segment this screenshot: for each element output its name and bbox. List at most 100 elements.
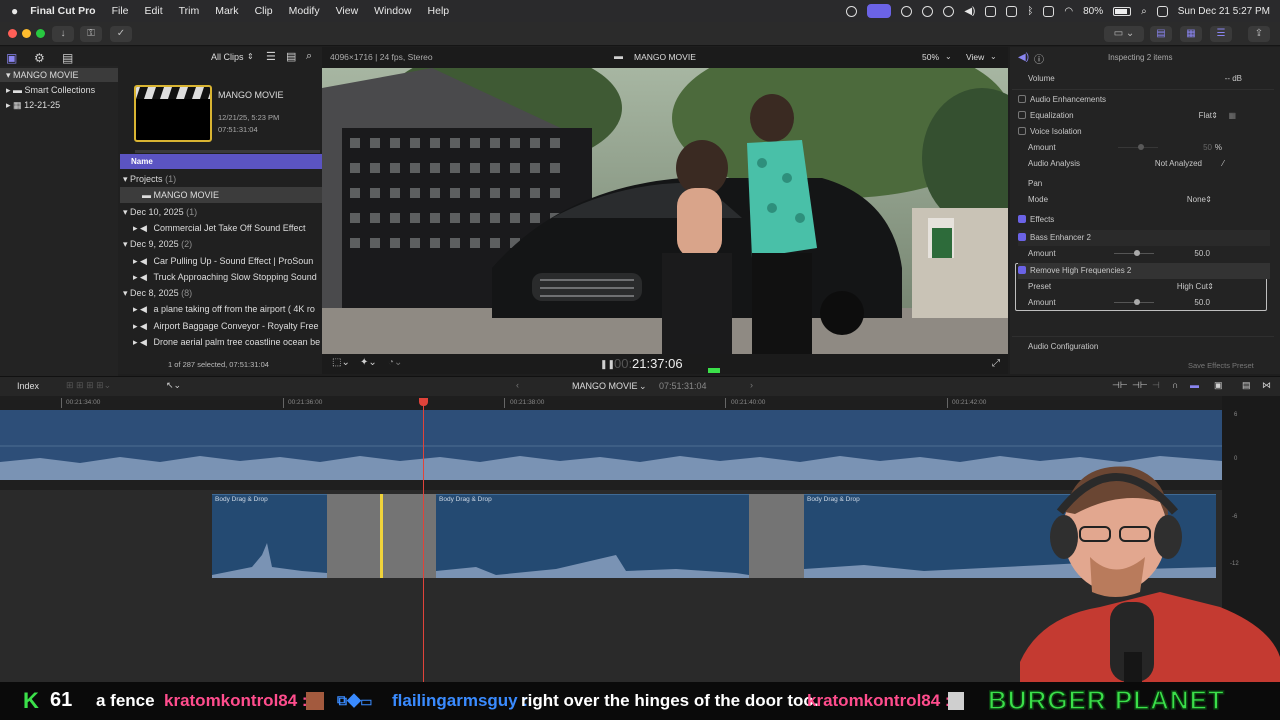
pause-button[interactable]: ❚❚: [600, 359, 615, 370]
headphones-icon[interactable]: ∩: [1172, 380, 1178, 390]
photos-audio-icon[interactable]: ⚙: [34, 51, 45, 65]
disclosure-triangle-icon[interactable]: ▾: [120, 207, 128, 217]
minimize-window-button[interactable]: [22, 29, 31, 38]
index-button[interactable]: Index: [17, 381, 39, 391]
eq-select[interactable]: Flat: [1199, 108, 1212, 124]
volume-icon[interactable]: ◀): [964, 6, 975, 17]
clip-appearance-icon[interactable]: ▤: [286, 50, 296, 63]
smart-collections[interactable]: ▸ ▬ Smart Collections: [6, 83, 95, 97]
menu-file[interactable]: File: [112, 5, 129, 17]
status-icon[interactable]: [846, 5, 858, 17]
playhead[interactable]: [423, 398, 424, 682]
select-tool-icon[interactable]: ↖⌄: [166, 380, 181, 391]
checkbox[interactable]: [1018, 266, 1026, 274]
transition-gap[interactable]: [749, 494, 804, 578]
audio-clip[interactable]: Body Drag & Drop: [436, 494, 749, 578]
battery-percent[interactable]: 80%: [1083, 6, 1103, 17]
bass-amount-value[interactable]: 50.0: [1194, 246, 1210, 262]
timeline-project-title[interactable]: MANGO MOVIE: [572, 381, 638, 391]
checkbox[interactable]: [1018, 215, 1026, 223]
snapping-icon[interactable]: ▬: [1190, 380, 1199, 390]
disclosure-triangle-icon[interactable]: ▸: [120, 256, 138, 266]
fullscreen-icon[interactable]: ⤢: [992, 358, 1000, 369]
info-inspector-icon[interactable]: ⓘ: [1034, 51, 1044, 66]
browser-group-row[interactable]: ▾ Dec 10, 2025 (1): [120, 204, 322, 220]
play-icon[interactable]: [943, 5, 955, 17]
speed-icon[interactable]: ◔⌄: [388, 357, 402, 368]
disclosure-triangle-icon[interactable]: ▸: [120, 337, 138, 347]
checkbox[interactable]: [1018, 95, 1026, 103]
menu-trim[interactable]: Trim: [179, 5, 200, 17]
browser-group-row[interactable]: ▾ Dec 8, 2025 (8): [120, 285, 322, 301]
tl-tool-icon[interactable]: ⊣⊢: [1112, 380, 1128, 391]
remove-high-freq-row[interactable]: Remove High Frequencies 2: [1018, 263, 1270, 279]
libraries-icon[interactable]: ▣: [6, 51, 17, 65]
zoom-window-button[interactable]: [36, 29, 45, 38]
save-effects-preset-button[interactable]: Save Effects Preset: [1188, 361, 1254, 370]
back-icon[interactable]: ‹: [516, 380, 519, 390]
transform-tool-icon[interactable]: ⬚⌄: [332, 357, 350, 368]
menu-view[interactable]: View: [336, 5, 359, 17]
eq-graph-icon[interactable]: ▦: [1228, 108, 1236, 124]
bass-enhancer-row[interactable]: Bass Enhancer 2: [1018, 230, 1270, 246]
timeline-ruler[interactable]: 00:21:34:00 00:21:36:00 00:21:38:00 00:2…: [0, 396, 1222, 410]
audio-clip[interactable]: Body Drag & Drop: [212, 494, 327, 578]
layout-button[interactable]: ▭ ⌄: [1104, 26, 1144, 42]
close-window-button[interactable]: [8, 29, 17, 38]
background-tasks-button[interactable]: ✓: [110, 26, 132, 42]
preset-select[interactable]: High Cut: [1177, 279, 1208, 295]
battery-icon[interactable]: [1113, 6, 1132, 16]
amount-slider[interactable]: [1114, 299, 1154, 305]
timecode-display[interactable]: 21:37:06: [632, 356, 683, 371]
disclosure-triangle-icon[interactable]: ▸: [120, 223, 138, 233]
name-column-header[interactable]: Name: [120, 154, 322, 169]
browser-group-row[interactable]: ▾ Projects (1): [120, 171, 322, 187]
datetime[interactable]: Sun Dec 21 5:27 PM: [1178, 6, 1270, 17]
browser-clip-row[interactable]: ▸ ◀ Airport Baggage Conveyor - Royalty F…: [120, 318, 322, 334]
show-browser-button[interactable]: ▤: [1150, 26, 1172, 42]
browser-project-row[interactable]: ▬ MANGO MOVIE: [120, 187, 322, 204]
browser-clip-row[interactable]: ▸ ◀ Truck Approaching Slow Stopping Soun…: [120, 269, 322, 285]
skimming-icon[interactable]: ⊣: [1152, 380, 1160, 391]
voice-amount-value[interactable]: 50: [1203, 140, 1212, 156]
clip-appearance-icon[interactable]: ▣: [1214, 380, 1223, 391]
status-icon[interactable]: [1043, 5, 1055, 17]
project-thumbnail[interactable]: [134, 85, 212, 142]
checkbox[interactable]: [1018, 233, 1026, 241]
screen-record-icon[interactable]: [867, 4, 892, 18]
forward-icon[interactable]: ›: [750, 380, 753, 390]
zoom-select[interactable]: 50%: [922, 52, 939, 62]
checkbox[interactable]: [1018, 111, 1026, 119]
rhf-amount-value[interactable]: 50.0: [1194, 295, 1210, 311]
analyze-wand-icon[interactable]: ⁄: [1223, 156, 1224, 172]
amount-slider[interactable]: [1118, 144, 1158, 150]
disclosure-triangle-icon[interactable]: ▸: [120, 272, 138, 282]
bluetooth-icon[interactable]: ᛒ: [1027, 6, 1033, 17]
import-button[interactable]: ↓: [52, 26, 74, 42]
audio-inspector-icon[interactable]: ◀): [1018, 52, 1029, 63]
effects-header[interactable]: Effects: [1018, 212, 1270, 228]
menu-window[interactable]: Window: [374, 5, 411, 17]
status-icon[interactable]: [985, 5, 997, 17]
browser-clip-row[interactable]: ▸ ◀ Commercial Jet Take Off Sound Effect: [120, 220, 322, 236]
library-mango-movie[interactable]: ▾ MANGO MOVIE: [0, 68, 118, 82]
wifi-icon[interactable]: ◠: [1064, 6, 1073, 17]
edit-buttons-icon[interactable]: ⊞ ⊞ ⊞ ⊞⌄: [66, 380, 111, 391]
titles-generators-icon[interactable]: ▤: [62, 51, 73, 65]
show-timeline-button[interactable]: ▦: [1180, 26, 1202, 42]
audio-enhancements-header[interactable]: Audio Enhancements: [1018, 92, 1270, 108]
disclosure-triangle-icon[interactable]: ▾: [120, 239, 128, 249]
tl-tool-icon[interactable]: ⊣⊢: [1132, 380, 1148, 391]
search-icon[interactable]: ⌕: [306, 50, 312, 63]
video-frame[interactable]: [322, 68, 1008, 354]
enhance-icon[interactable]: ✦⌄: [360, 357, 377, 368]
disclosure-triangle-icon[interactable]: ▾: [120, 174, 128, 184]
amount-slider[interactable]: [1114, 250, 1154, 256]
checkbox[interactable]: [1018, 127, 1026, 135]
control-center-icon[interactable]: [1156, 5, 1168, 17]
volume-value[interactable]: -- dB: [1225, 71, 1242, 87]
app-name-menu[interactable]: Final Cut Pro: [30, 5, 95, 17]
keywords-button[interactable]: ⚿: [80, 26, 102, 42]
playhead-handle[interactable]: [419, 398, 428, 406]
view-menu[interactable]: View: [966, 52, 984, 62]
